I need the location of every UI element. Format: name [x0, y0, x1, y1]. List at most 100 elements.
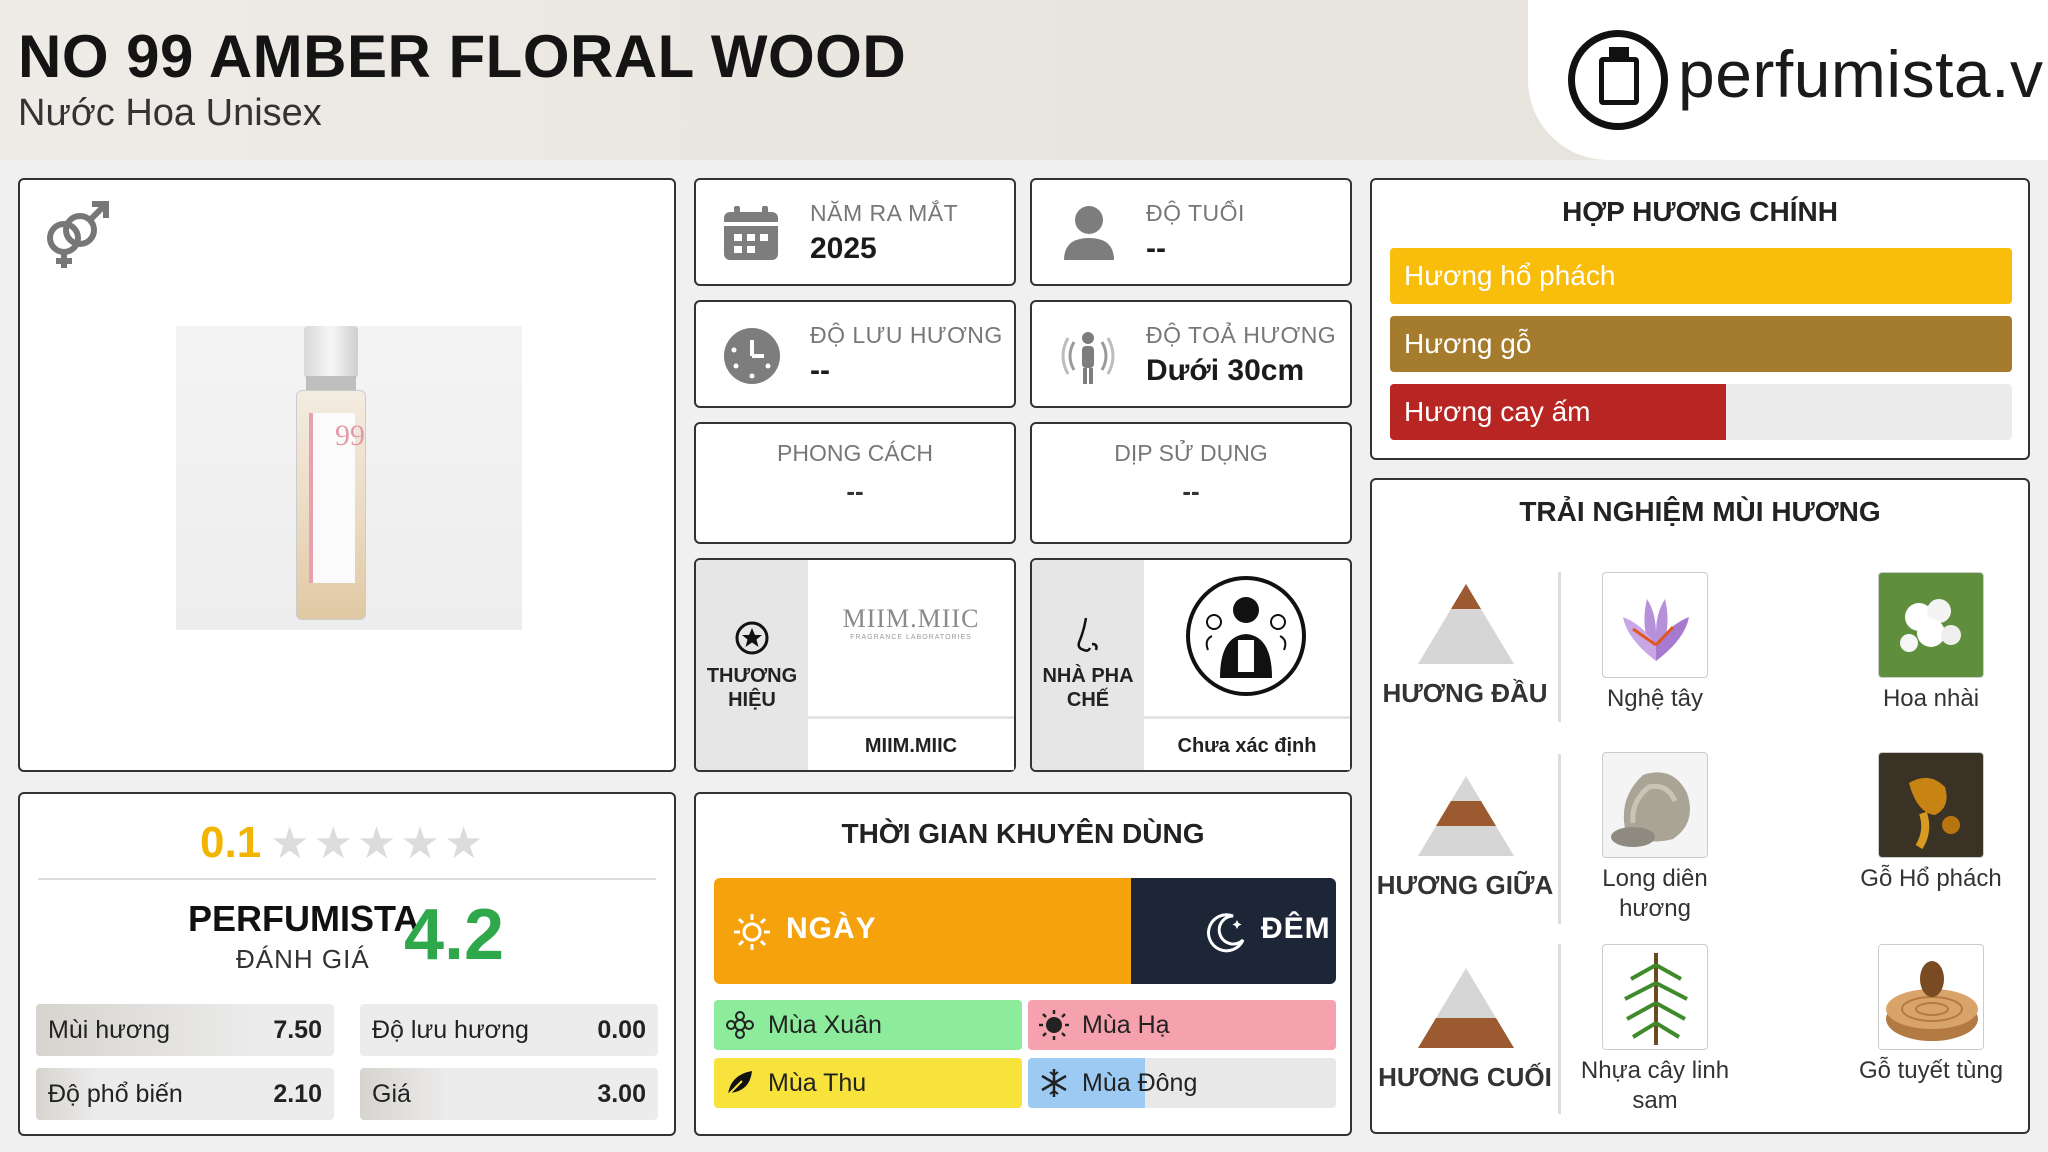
release-year-label: NĂM RA MẮT	[810, 200, 959, 226]
perfume-bottle-logo-icon	[1568, 30, 1668, 130]
accord-bar: Hương cay ấm	[1390, 384, 2012, 440]
note-cedarwood[interactable]: Gỗ tuyết tùng	[1856, 944, 2006, 1086]
perfumer-caption: NHÀ PHA CHẾ	[1042, 665, 1134, 711]
occasion-value: --	[1182, 476, 1200, 506]
season-bar: Mùa Đông	[1028, 1058, 1336, 1108]
star-icon[interactable]: ★	[270, 819, 313, 868]
logo-text: perfumista.vn	[1678, 37, 2048, 111]
rating-metric: Giá 3.00	[360, 1068, 658, 1120]
longevity-label: ĐỘ LƯU HƯƠNG	[810, 322, 1003, 348]
spring-icon	[724, 1009, 756, 1041]
product-image-card: 99	[18, 178, 676, 772]
night-segment: ĐÊM	[1131, 878, 1336, 984]
season-bar: Mùa Xuân	[714, 1000, 1022, 1050]
metric-label: Độ lưu hương	[372, 1016, 529, 1044]
accord-label: Hương cay ấm	[1404, 396, 1591, 427]
recommended-time-title: THỜI GIAN KHUYÊN DÙNG	[841, 818, 1205, 849]
page-subtitle: Nước Hoa Unisex	[18, 92, 322, 134]
rating-metric: Mùi hương 7.50	[36, 1004, 334, 1056]
accord-label: Hương hổ phách	[1404, 260, 1616, 291]
base-notes-label: HƯƠNG CUỐI	[1378, 1062, 1552, 1092]
bottle-number: 99	[335, 419, 365, 452]
saffron-image	[1602, 572, 1708, 678]
brand-caption: THƯƠNG HIỆU	[706, 665, 798, 711]
perfumer-card[interactable]: NHÀ PHA CHẾ Chưa xác định	[1030, 558, 1352, 772]
age-card: ĐỘ TUỔI --	[1030, 178, 1352, 286]
season-label: Mùa Hạ	[1082, 1011, 1170, 1039]
star-icon[interactable]: ★	[400, 819, 443, 868]
accord-label: Hương gỗ	[1404, 328, 1532, 359]
moon-icon	[1207, 913, 1245, 953]
star-icon[interactable]: ★	[313, 819, 356, 868]
perfumista-sublabel: ĐÁNH GIÁ	[236, 944, 370, 974]
star-icon[interactable]: ★	[357, 819, 400, 868]
recommended-time-card: THỜI GIAN KHUYÊN DÙNG NGÀY ĐÊM Mùa Xuân M…	[694, 792, 1352, 1136]
sillage-value: Dưới 30cm	[1146, 354, 1305, 387]
fir-resin-image	[1602, 944, 1708, 1050]
scent-experience-title: TRẢI NGHIỆM MÙI HƯƠNG	[1519, 496, 1881, 527]
accord-bar: Hương hổ phách	[1390, 248, 2012, 304]
top-notes-pyramid-icon	[1418, 584, 1514, 664]
sillage-label: ĐỘ TOẢ HƯƠNG	[1146, 322, 1337, 348]
occasion-label: DỊP SỬ DỤNG	[1114, 440, 1268, 466]
note-amberwood[interactable]: Gỗ Hổ phách	[1856, 752, 2006, 894]
perfumista-score: 4.2	[404, 895, 505, 975]
product-bottle-image: 99	[296, 326, 366, 626]
brand-name: MIIM.MIIC	[808, 716, 1014, 770]
middle-notes-pyramid-icon	[1418, 776, 1514, 856]
brand-logo-image: MIIM.MIIC FRAGRANCE LABORATORIES	[842, 604, 980, 641]
brand-card[interactable]: THƯƠNG HIỆU MIIM.MIIC FRAGRANCE LABORATO…	[694, 558, 1016, 772]
cedarwood-image	[1878, 944, 1984, 1050]
summer-sun-icon	[1038, 1009, 1070, 1041]
star-rating[interactable]: ★★★★★	[270, 818, 487, 869]
perfumista-label: PERFUMISTA	[188, 898, 420, 939]
nose-icon	[1077, 617, 1098, 652]
unisex-gender-icon	[47, 201, 109, 268]
day-night-bar: NGÀY ĐÊM	[714, 878, 1336, 984]
release-year-card: NĂM RA MẮT 2025	[694, 178, 1016, 286]
brand-logo[interactable]: perfumista.vn	[1528, 0, 2048, 160]
metric-label: Mùi hương	[48, 1016, 171, 1044]
metric-value: 2.10	[273, 1080, 322, 1108]
page-header: NO 99 AMBER FLORAL WOOD Nước Hoa Unisex …	[0, 0, 2048, 160]
metric-label: Độ phổ biến	[48, 1080, 183, 1108]
main-accords-title: HỢP HƯƠNG CHÍNH	[1562, 196, 1838, 227]
metric-value: 7.50	[273, 1016, 322, 1044]
calendar-icon	[724, 206, 778, 260]
person-icon	[1064, 206, 1114, 260]
style-value: --	[846, 476, 864, 506]
rating-card: 0.1 ★★★★★ PERFUMISTA ĐÁNH GIÁ 4.2 Mùi hư…	[18, 792, 676, 1136]
perfumer-name: Chưa xác định	[1144, 716, 1350, 770]
autumn-leaf-icon	[724, 1067, 756, 1099]
night-label: ĐÊM	[1261, 912, 1331, 945]
sillage-card: ĐỘ TOẢ HƯƠNG Dưới 30cm	[1030, 300, 1352, 408]
style-card: PHONG CÁCH --	[694, 422, 1016, 544]
scent-experience-card: TRẢI NGHIỆM MÙI HƯƠNG HƯƠNG ĐẦU Nghệ tây…	[1370, 478, 2030, 1134]
base-notes-pyramid-icon	[1418, 968, 1514, 1048]
occasion-card: DỊP SỬ DỤNG --	[1030, 422, 1352, 544]
winter-snowflake-icon	[1038, 1067, 1070, 1099]
sun-icon	[734, 914, 770, 950]
note-ambergris[interactable]: Long diên hương	[1580, 752, 1730, 924]
season-label: Mùa Thu	[768, 1069, 867, 1097]
season-bar: Mùa Thu	[714, 1058, 1022, 1108]
note-fir-resin[interactable]: Nhựa cây linh sam	[1580, 944, 1730, 1116]
season-label: Mùa Đông	[1082, 1069, 1198, 1097]
accord-bar: Hương gỗ	[1390, 316, 2012, 372]
note-jasmine[interactable]: Hoa nhài	[1856, 572, 2006, 714]
main-accords-card: HỢP HƯƠNG CHÍNH Hương hổ phách Hương gỗ Hư…	[1370, 178, 2030, 460]
sillage-waves-icon	[1061, 332, 1115, 384]
ambergris-image	[1602, 752, 1708, 858]
metric-value: 3.00	[597, 1080, 646, 1108]
star-badge-icon	[735, 621, 769, 655]
jasmine-image	[1878, 572, 1984, 678]
rating-metric: Độ lưu hương 0.00	[360, 1004, 658, 1056]
amberwood-image	[1878, 752, 1984, 858]
age-value: --	[1146, 232, 1166, 265]
middle-notes-label: HƯƠNG GIỮA	[1376, 870, 1554, 900]
star-icon[interactable]: ★	[444, 819, 487, 868]
age-label: ĐỘ TUỔI	[1146, 200, 1245, 226]
day-label: NGÀY	[786, 912, 877, 945]
note-saffron[interactable]: Nghệ tây	[1580, 572, 1730, 714]
season-label: Mùa Xuân	[768, 1011, 882, 1039]
